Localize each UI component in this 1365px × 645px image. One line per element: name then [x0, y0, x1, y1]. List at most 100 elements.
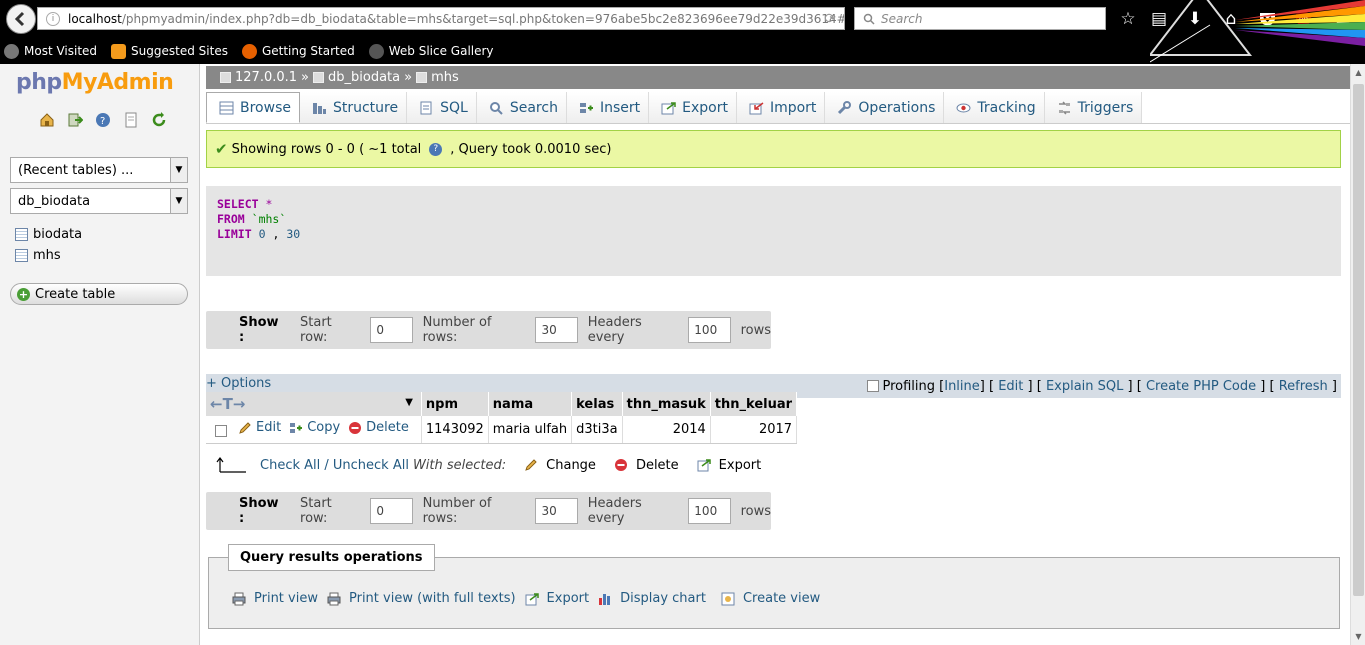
column-header-thn-masuk[interactable]: thn_masuk [622, 392, 711, 416]
tab-operations[interactable]: Operations [825, 92, 945, 123]
row-edit-link[interactable]: Edit [238, 420, 281, 435]
ublock-icon[interactable]: uB [1292, 8, 1314, 30]
profiling-checkbox[interactable] [867, 380, 880, 392]
display-chart-label: Display chart [620, 591, 706, 606]
inline-link[interactable]: Inline [944, 379, 980, 394]
bookmark-suggested-sites[interactable]: Suggested Sites [111, 43, 228, 59]
database-select[interactable]: db_biodata ▼ [10, 188, 188, 214]
cell-thn-masuk[interactable]: 2014 [622, 416, 711, 444]
tab-insert[interactable]: Insert [566, 92, 650, 123]
url-bar[interactable]: i localhost/phpmyadmin/index.php?db=db_b… [37, 7, 845, 30]
server-icon [220, 72, 231, 83]
breadcrumb-database[interactable]: db_biodata [328, 70, 400, 85]
breadcrumb-server[interactable]: 127.0.0.1 [235, 70, 297, 85]
plus-icon: + [17, 287, 30, 301]
scroll-up-icon[interactable]: ▲ [1351, 64, 1365, 81]
browser-search-input[interactable]: Search [854, 7, 1106, 30]
delete-selected-button[interactable]: Delete [614, 458, 679, 473]
database-icon [313, 72, 324, 83]
edit-sql-link[interactable]: Edit [998, 379, 1023, 394]
export-selected-button[interactable]: Export [697, 458, 761, 473]
cell-nama[interactable]: maria ulfah [488, 416, 573, 444]
create-table-button[interactable]: + Create table [10, 283, 188, 305]
sidebar-table-mhs[interactable]: mhs [15, 248, 61, 263]
documentation-icon[interactable] [122, 111, 140, 129]
home-icon[interactable] [38, 111, 56, 129]
reading-list-icon[interactable]: ▤ [1148, 8, 1170, 30]
info-icon[interactable]: i [46, 11, 60, 26]
export-results-link[interactable]: Export [525, 591, 589, 606]
create-view-link[interactable]: Create view [721, 591, 820, 606]
bookmark-getting-started[interactable]: Getting Started [241, 43, 355, 59]
column-header-kelas[interactable]: kelas [571, 392, 623, 416]
structure-icon [312, 102, 326, 114]
message-time-text: , Query took 0.0010 sec) [450, 141, 612, 157]
tab-browse[interactable]: Browse [206, 92, 300, 123]
headers-every-input[interactable]: 100 [688, 498, 731, 524]
help-icon[interactable]: ? [94, 111, 112, 129]
tab-label: SQL [440, 99, 468, 116]
pocket-icon[interactable] [1256, 8, 1278, 30]
tab-tracking[interactable]: Tracking [944, 92, 1045, 123]
home-icon[interactable]: ⌂ [1220, 8, 1242, 30]
sidebar-table-biodata[interactable]: biodata [15, 227, 82, 242]
start-row-input[interactable]: 0 [370, 317, 413, 343]
query-success-message: ✔ Showing rows 0 - 0 ( ~1 total ? , Quer… [206, 130, 1341, 168]
column-header-thn-keluar[interactable]: thn_keluar [710, 392, 798, 416]
sql-query-box: SELECT * FROM `mhs` LIMIT 0 , 30 Profili… [206, 186, 1341, 398]
cell-npm[interactable]: 1143092 [421, 416, 489, 444]
column-expand-arrows-icon[interactable]: ←T→ [210, 395, 245, 413]
breadcrumb-table[interactable]: mhs [431, 70, 459, 85]
num-rows-input[interactable]: 30 [535, 498, 578, 524]
delete-icon [614, 459, 627, 471]
print-view-full-link[interactable]: Print view (with full texts) [327, 591, 516, 606]
cell-thn-keluar[interactable]: 2017 [710, 416, 798, 444]
check-all-link[interactable]: Check All / Uncheck All [260, 458, 409, 473]
tab-export[interactable]: Export [649, 92, 737, 123]
start-row-input[interactable]: 0 [370, 498, 413, 524]
row-copy-link[interactable]: Copy [289, 420, 340, 435]
scrollbar-thumb[interactable] [1353, 84, 1364, 596]
recent-tables-select[interactable]: (Recent tables) ... ▼ [10, 157, 188, 183]
tab-structure[interactable]: Structure [299, 92, 408, 123]
pma-sidebar: phpMyAdmin ? (Recent tables) ... ▼ db_bi… [0, 64, 200, 645]
row-checkbox[interactable] [215, 425, 227, 437]
download-icon[interactable]: ⬇ [1184, 8, 1206, 30]
tab-sql[interactable]: SQL [407, 92, 477, 123]
explain-sql-link[interactable]: Explain SQL [1046, 379, 1123, 394]
column-header-npm[interactable]: npm [421, 392, 489, 416]
print-view-full-label: Print view (with full texts) [348, 591, 516, 606]
page-scrollbar[interactable]: ▲ ▼ [1350, 64, 1365, 645]
cell-kelas[interactable]: d3ti3a [571, 416, 623, 444]
options-link[interactable]: + Options [206, 376, 271, 391]
scroll-down-icon[interactable]: ▼ [1351, 628, 1365, 645]
tab-search[interactable]: Search [476, 92, 567, 123]
menu-icon[interactable]: ☰ [1332, 8, 1354, 30]
bookmark-star-icon[interactable]: ☆ [1117, 8, 1139, 30]
num-rows-input[interactable]: 30 [535, 317, 578, 343]
sort-dropdown-icon[interactable]: ▼ [405, 397, 413, 408]
back-button[interactable] [6, 4, 36, 34]
bookmark-most-visited[interactable]: Most Visited [4, 43, 97, 59]
row-delete-link[interactable]: Delete [348, 420, 409, 435]
change-selected-button[interactable]: Change [524, 458, 596, 473]
reload-navigation-icon[interactable] [150, 111, 168, 129]
reload-icon[interactable]: ⟳ [824, 11, 836, 27]
logout-icon[interactable] [66, 111, 84, 129]
search-icon [489, 101, 503, 115]
headers-every-input[interactable]: 100 [688, 317, 731, 343]
bookmark-web-slice-gallery[interactable]: Web Slice Gallery [368, 43, 494, 59]
help-icon[interactable]: ? [429, 142, 443, 156]
create-php-code-link[interactable]: Create PHP Code [1146, 379, 1256, 394]
export-icon [525, 592, 539, 605]
phpmyadmin-logo[interactable]: phpMyAdmin [16, 70, 174, 95]
bookmarks-toolbar: Most Visited Suggested Sites Getting Sta… [0, 40, 494, 62]
bookmark-label: Web Slice Gallery [388, 44, 494, 58]
start-row-label: Start row: [300, 496, 332, 526]
tab-import[interactable]: Import [736, 92, 826, 123]
display-chart-link[interactable]: Display chart [598, 591, 706, 606]
column-header-nama[interactable]: nama [488, 392, 573, 416]
refresh-link[interactable]: Refresh [1279, 379, 1328, 394]
print-view-link[interactable]: Print view [232, 591, 318, 606]
tab-triggers[interactable]: Triggers [1044, 92, 1143, 123]
